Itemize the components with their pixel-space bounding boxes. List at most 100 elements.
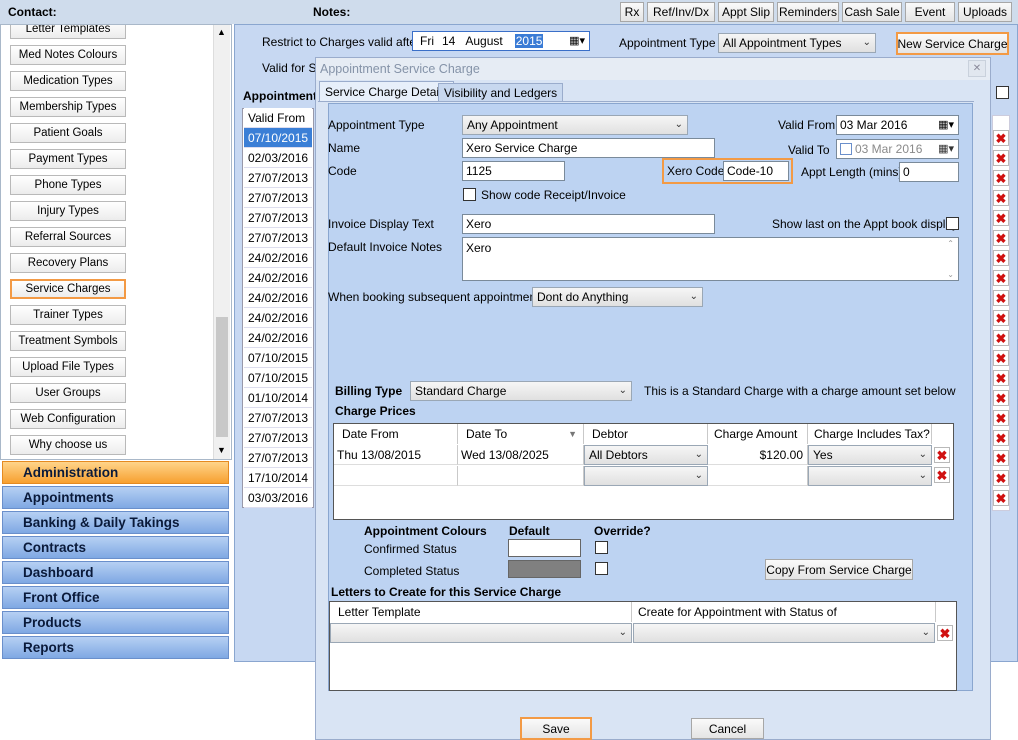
table-row[interactable]: 27/07/2013 — [244, 208, 312, 228]
delete-icon[interactable]: ✖ — [993, 450, 1009, 466]
letter-template-select[interactable]: ⌄ — [330, 623, 632, 643]
table-row[interactable]: 27/07/2013 — [244, 228, 312, 248]
subsequent-select[interactable]: Dont do Anything ⌄ — [532, 287, 703, 307]
setting-item[interactable]: Why choose us — [10, 435, 126, 455]
valid-from-picker[interactable]: 03 Mar 2016 ▦▾ — [836, 115, 959, 135]
table-row[interactable]: 03/03/2016 — [244, 488, 312, 508]
confirmed-colour-swatch[interactable] — [508, 539, 581, 557]
invoice-display-input[interactable]: Xero — [462, 214, 715, 234]
valid-to-checkbox[interactable] — [840, 143, 852, 155]
name-input[interactable]: Xero Service Charge — [462, 138, 715, 158]
delete-icon[interactable]: ✖ — [993, 250, 1009, 266]
calendar-icon[interactable]: ▦▾ — [938, 118, 954, 131]
status-of-select[interactable]: ⌄ — [633, 623, 935, 643]
nav-item[interactable]: Products — [2, 611, 229, 634]
debtor-header[interactable]: Debtor — [584, 424, 708, 444]
left-scrollbar[interactable]: ▲ ▼ — [213, 25, 230, 459]
table-row[interactable]: 27/07/2013 — [244, 428, 312, 448]
delete-icon[interactable]: ✖ — [993, 130, 1009, 146]
setting-item[interactable]: Service Charges — [10, 279, 126, 299]
valid-from-header[interactable]: Valid From — [244, 108, 312, 128]
save-button[interactable]: Save — [520, 717, 592, 740]
reminders-button[interactable]: Reminders — [777, 2, 839, 22]
xero-code-input[interactable]: Code-10 — [723, 161, 789, 181]
delete-icon[interactable]: ✖ — [993, 470, 1009, 486]
new-price-date-from[interactable] — [334, 466, 458, 486]
table-row[interactable]: 27/07/2013 — [244, 408, 312, 428]
delete-icon[interactable]: ✖ — [993, 430, 1009, 446]
completed-override-checkbox[interactable] — [595, 562, 608, 575]
delete-icon[interactable]: ✖ — [993, 310, 1009, 326]
table-row[interactable]: 27/07/2013 — [244, 168, 312, 188]
date-from-header[interactable]: Date From — [334, 424, 458, 444]
price-amount[interactable]: $120.00 — [708, 445, 808, 465]
price-date-from[interactable]: Thu 13/08/2015 — [334, 445, 458, 465]
delete-icon[interactable]: ✖ — [937, 625, 953, 641]
setting-item[interactable]: Phone Types — [10, 175, 126, 195]
price-debtor-select[interactable]: All Debtors ⌄ — [584, 445, 708, 465]
calendar-icon[interactable]: ▦▾ — [938, 142, 954, 155]
nav-item[interactable]: Contracts — [2, 536, 229, 559]
main-checkbox[interactable] — [996, 86, 1009, 99]
table-row[interactable]: 24/02/2016 — [244, 248, 312, 268]
show-code-checkbox[interactable] — [463, 188, 476, 201]
nav-item[interactable]: Administration — [2, 461, 229, 484]
setting-item[interactable]: Treatment Symbols — [10, 331, 126, 351]
setting-item[interactable]: Upload File Types — [10, 357, 126, 377]
delete-icon[interactable]: ✖ — [993, 190, 1009, 206]
table-row[interactable]: 17/10/2014 — [244, 468, 312, 488]
new-price-debtor-select[interactable]: ⌄ — [584, 466, 708, 486]
nav-item[interactable]: Appointments — [2, 486, 229, 509]
confirmed-override-checkbox[interactable] — [595, 541, 608, 554]
new-price-tax-select[interactable]: ⌄ — [808, 466, 932, 486]
delete-icon[interactable]: ✖ — [993, 290, 1009, 306]
nav-item[interactable]: Reports — [2, 636, 229, 659]
appt-slip-button[interactable]: Appt Slip — [718, 2, 774, 22]
delete-icon[interactable]: ✖ — [993, 410, 1009, 426]
ref-inv-dx-button[interactable]: Ref/Inv/Dx — [647, 2, 715, 22]
scroll-up-icon[interactable]: ▲ — [217, 27, 226, 37]
table-row[interactable]: 24/02/2016 — [244, 328, 312, 348]
appt-type-filter[interactable]: All Appointment Types ⌄ — [718, 33, 876, 53]
restrict-date-picker[interactable]: Fri 14 August 2015 ▦▾ — [412, 31, 590, 51]
delete-icon[interactable]: ✖ — [993, 270, 1009, 286]
table-row[interactable]: 24/02/2016 — [244, 288, 312, 308]
delete-icon[interactable]: ✖ — [993, 490, 1009, 506]
cash-sale-button[interactable]: Cash Sale — [842, 2, 902, 22]
uploads-button[interactable]: Uploads — [958, 2, 1012, 22]
delete-icon[interactable]: ✖ — [934, 447, 950, 463]
scroll-thumb[interactable] — [216, 317, 228, 437]
valid-to-picker[interactable]: 03 Mar 2016 ▦▾ — [836, 139, 959, 159]
setting-item[interactable]: Med Notes Colours — [10, 45, 126, 65]
scroll-up-icon[interactable]: ⌃ — [947, 239, 954, 248]
billing-type-select[interactable]: Standard Charge ⌄ — [410, 381, 632, 401]
show-last-checkbox[interactable] — [946, 217, 959, 230]
cancel-button[interactable]: Cancel — [691, 718, 764, 739]
new-service-charge-button[interactable]: New Service Charge — [896, 32, 1009, 55]
setting-item[interactable]: Web Configuration — [10, 409, 126, 429]
charge-amount-header[interactable]: Charge Amount — [708, 424, 808, 444]
setting-item[interactable]: Referral Sources — [10, 227, 126, 247]
table-row[interactable]: 27/07/2013 — [244, 448, 312, 468]
price-date-to[interactable]: Wed 13/08/2025 — [458, 445, 584, 465]
appt-length-input[interactable]: 0 — [899, 162, 959, 182]
copy-from-service-charge-button[interactable]: Copy From Service Charge — [765, 559, 913, 580]
tab-service-charge-details[interactable]: Service Charge Details — [319, 81, 454, 101]
table-row[interactable]: 24/02/2016 — [244, 268, 312, 288]
table-row[interactable]: 07/10/2015 — [244, 128, 312, 148]
table-row[interactable]: 24/02/2016 — [244, 308, 312, 328]
delete-icon[interactable]: ✖ — [993, 170, 1009, 186]
default-notes-textarea[interactable]: Xero ⌃ ⌄ — [462, 237, 959, 281]
setting-item[interactable]: Payment Types — [10, 149, 126, 169]
setting-item[interactable]: Membership Types — [10, 97, 126, 117]
completed-colour-swatch[interactable] — [508, 560, 581, 578]
tab-visibility-ledgers[interactable]: Visibility and Ledgers — [438, 83, 564, 101]
table-row[interactable]: 01/10/2014 — [244, 388, 312, 408]
delete-icon[interactable]: ✖ — [993, 390, 1009, 406]
table-row[interactable]: 07/10/2015 — [244, 348, 312, 368]
includes-tax-header[interactable]: Charge Includes Tax? — [808, 424, 932, 444]
status-of-header[interactable]: Create for Appointment with Status of — [632, 602, 936, 622]
appt-type-select[interactable]: Any Appointment ⌄ — [462, 115, 688, 135]
letter-template-header[interactable]: Letter Template — [330, 602, 632, 622]
nav-item[interactable]: Front Office — [2, 586, 229, 609]
